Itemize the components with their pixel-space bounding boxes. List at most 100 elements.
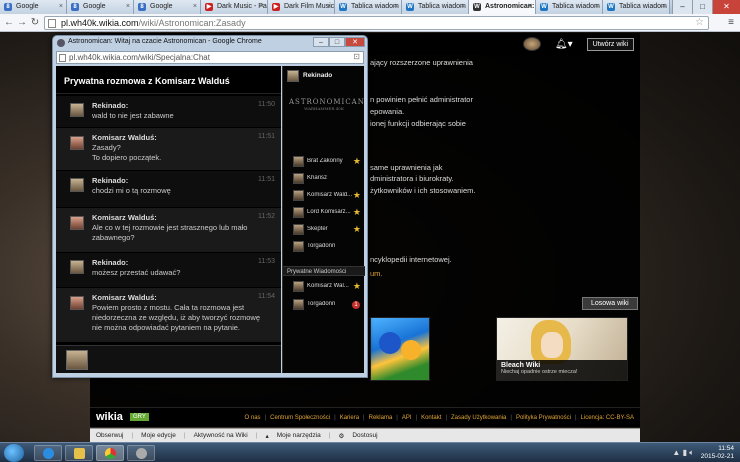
message-avatar[interactable] [70, 216, 84, 230]
footer-link[interactable]: API [402, 415, 412, 421]
chat-user-entry[interactable]: Skepter ★ [283, 222, 365, 239]
browser-tab[interactable]: W Tablica wiadom × [603, 0, 670, 14]
reload-icon[interactable]: ↻ [28, 16, 42, 30]
article-link[interactable]: um. [370, 269, 383, 278]
taskbar-folder-icon[interactable] [65, 445, 93, 461]
tab-label: Google [83, 3, 106, 10]
toolbar-item[interactable]: Aktywność na Wiki [194, 432, 248, 439]
toolbar-item[interactable]: Moje narzędzia [277, 432, 321, 439]
system-tray-icons[interactable]: ▲ ▮ 🔈︎ [672, 448, 694, 458]
minimize-button[interactable]: – [672, 0, 692, 14]
user-avatar[interactable] [522, 37, 541, 51]
footer-link[interactable]: Centrum Społeczności [270, 415, 330, 421]
browser-tab[interactable]: 8 Google × [67, 0, 134, 14]
message-avatar[interactable] [70, 296, 84, 310]
message-avatar[interactable] [70, 178, 84, 192]
chat-input-area[interactable] [56, 345, 281, 373]
footer-link[interactable]: Zasady Użytkowania [451, 415, 506, 421]
footer-link[interactable]: Licencja: CC-BY-SA [581, 415, 634, 421]
chat-url-text: pl.wh40k.wikia.com/wiki/Specjalna:Chat [69, 53, 210, 62]
close-window-button[interactable]: ✕ [712, 0, 740, 14]
message-username[interactable]: Rekinado: [92, 101, 128, 110]
message-username[interactable]: Rekinado: [92, 176, 128, 185]
back-icon[interactable]: ← [2, 16, 16, 30]
chat-minimize-button[interactable]: – [313, 37, 329, 47]
taskbar-ie-icon[interactable] [34, 445, 62, 461]
chat-user-entry[interactable]: Torgadonn 1 [283, 297, 365, 314]
chat-maximize-button[interactable]: □ [329, 37, 345, 47]
chat-url-bar[interactable]: pl.wh40k.wikia.com/wiki/Specjalna:Chat ⊡ [56, 51, 364, 64]
message-time: 11:51 [258, 133, 275, 140]
tab-close-icon[interactable]: × [662, 0, 666, 14]
browser-tab[interactable]: 8 Google × [0, 0, 67, 14]
footer-link[interactable]: O nas [245, 415, 261, 421]
chat-user-entry[interactable]: Kharisz [283, 171, 365, 188]
bookmark-star-icon[interactable]: ☆ [695, 17, 704, 28]
user-name: Komisarz Wal... [307, 283, 349, 289]
chat-user-entry[interactable]: Torgadonn [283, 239, 365, 256]
wikia-logo[interactable]: wikia [96, 411, 123, 423]
tab-close-icon[interactable]: × [327, 0, 331, 14]
toolbar-item[interactable]: Obserwuj [96, 432, 123, 439]
bleach-wiki-thumbnail[interactable]: Bleach Wiki Niechaj opadnie ostrze miecz… [496, 317, 628, 381]
forward-icon[interactable]: → [15, 16, 29, 30]
message-time: 11:51 [258, 176, 275, 183]
start-button[interactable] [4, 444, 24, 462]
chat-user-entry[interactable]: Brat Zakonny ★ [283, 154, 365, 171]
footer-link[interactable]: Polityka Prywatności [516, 415, 571, 421]
tab-close-icon[interactable]: × [461, 0, 465, 14]
create-wiki-button[interactable]: Utwórz wiki [586, 37, 634, 51]
chrome-menu-icon[interactable]: ≡ [728, 17, 734, 28]
current-user-entry[interactable]: Rekinado [283, 70, 365, 84]
chat-message: Komisarz Walduś: 11:54 Powiem prosto z mos… [56, 288, 281, 342]
tab-close-icon[interactable]: × [595, 0, 599, 14]
browser-tab[interactable]: W Tablica wiadom × [335, 0, 402, 14]
tab-close-icon[interactable]: × [394, 0, 398, 14]
footer-link[interactable]: Kontakt [421, 415, 441, 421]
page-icon [59, 54, 66, 62]
chat-user-entry[interactable]: Komisarz Wald... ★ [283, 188, 365, 205]
chat-user-entry[interactable]: Komisarz Wal... ★ [283, 279, 365, 296]
browser-tab[interactable]: W Tablica wiadom × [402, 0, 469, 14]
tab-close-icon[interactable]: × [528, 0, 532, 14]
browser-tab[interactable]: W Astronomican: × [469, 0, 536, 14]
tab-close-icon[interactable]: × [193, 0, 197, 14]
message-username[interactable]: Komisarz Walduś: [92, 213, 157, 222]
moderator-star-icon: ★ [352, 190, 361, 200]
message-avatar[interactable] [70, 260, 84, 274]
browser-tab[interactable]: W Tablica wiadom × [536, 0, 603, 14]
footer-link[interactable]: Reklama [369, 415, 393, 421]
message-time: 11:50 [258, 101, 275, 108]
random-wiki-button[interactable]: Losowa wiki [582, 297, 638, 310]
sonic-wiki-thumbnail[interactable] [370, 317, 430, 381]
tab-close-icon[interactable]: × [126, 0, 130, 14]
footer-link[interactable]: Kariera [340, 415, 359, 421]
chat-message: Komisarz Walduś: 11:52 Ale co w tej rozmow… [56, 208, 281, 252]
toolbar-item[interactable]: Moje edycje [141, 432, 176, 439]
notifications-bell-icon[interactable]: 🔔︎▾ [555, 39, 573, 50]
taskbar-chrome-icon[interactable] [96, 445, 124, 461]
tab-close-icon[interactable]: × [260, 0, 264, 14]
message-username[interactable]: Komisarz Walduś: [92, 133, 157, 142]
taskbar-clock[interactable]: 11:54 2015-02-21 [701, 445, 734, 461]
browser-tab[interactable]: ▶ Dark Film Music × [268, 0, 335, 14]
taskbar-media-icon[interactable] [127, 445, 155, 461]
page-action-icon[interactable]: ⊡ [353, 52, 360, 61]
user-avatar [293, 173, 304, 184]
wikia-toolbar: Obserwuj | Moje edycje | Aktywność na Wiki | ▴… [90, 428, 640, 442]
tab-favicon: 8 [138, 3, 146, 11]
message-avatar[interactable] [70, 103, 84, 117]
astronomican-logo: ASTRONOMICAN WARHAMMER 40K [289, 98, 365, 111]
chat-user-entry[interactable]: Lord Komisarz... ★ [283, 205, 365, 222]
toolbar-item[interactable]: Dostosuj [352, 432, 377, 439]
address-bar[interactable]: pl.wh40k.wikia.com/wiki/Astronomican:Zas… [44, 16, 709, 30]
browser-tab[interactable]: ▶ Dark Music - Pa × [201, 0, 268, 14]
message-username[interactable]: Komisarz Walduś: [92, 293, 157, 302]
chat-close-button[interactable]: ✕ [345, 37, 365, 47]
page-icon [48, 19, 56, 28]
tab-close-icon[interactable]: × [59, 0, 63, 14]
message-avatar[interactable] [70, 136, 84, 150]
maximize-button[interactable]: □ [692, 0, 712, 14]
browser-tab[interactable]: 8 Google × [134, 0, 201, 14]
message-username[interactable]: Rekinado: [92, 258, 128, 267]
